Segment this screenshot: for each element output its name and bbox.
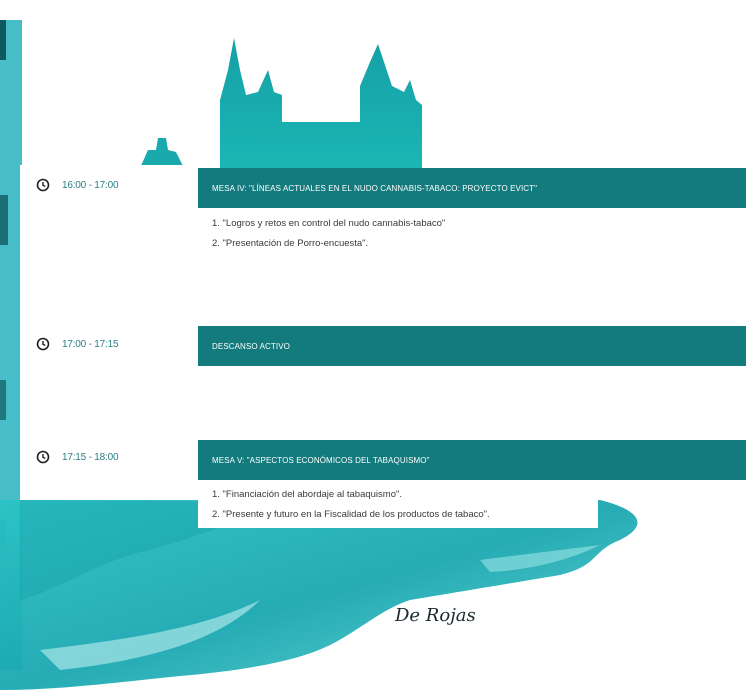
time-label: 16:00 - 17:00	[62, 179, 119, 191]
session-title: MESA IV: "LÍNEAS ACTUALES EN EL NUDO CAN…	[212, 183, 538, 193]
session-topic-list: 1. "Financiación del abordaje al tabaqui…	[212, 485, 490, 525]
time-slot-1: 16:00 - 17:00	[36, 176, 119, 194]
session-title-bar: MESA V: "ASPECTOS ECONÓMICOS DEL TABAQUI…	[198, 440, 746, 480]
clock-icon	[36, 450, 50, 464]
clock-icon	[36, 337, 50, 351]
clock-icon	[36, 178, 50, 192]
time-slot-2: 17:00 - 17:15	[36, 335, 119, 353]
session-spacer	[198, 366, 746, 440]
signature: De Rojas	[395, 605, 476, 626]
castle-illustration	[220, 38, 422, 168]
session-topic-list: 1. "Logros y retos en control del nudo c…	[212, 214, 445, 254]
session-title: MESA V: "ASPECTOS ECONÓMICOS DEL TABAQUI…	[212, 455, 430, 465]
session-title: DESCANSO ACTIVO	[212, 341, 290, 351]
session-title-bar: DESCANSO ACTIVO	[198, 326, 746, 366]
time-label: 17:00 - 17:15	[62, 338, 119, 350]
topic-item: 2. "Presentación de Porro-encuesta".	[212, 238, 369, 249]
topic-item: 2. "Presente y futuro en la Fiscalidad d…	[212, 509, 490, 520]
topic-item: 1. "Financiación del abordaje al tabaqui…	[212, 489, 402, 500]
topic-item: 1. "Logros y retos en control del nudo c…	[212, 218, 446, 229]
time-label: 17:15 - 18:00	[62, 451, 119, 463]
time-slot-3: 17:15 - 18:00	[36, 448, 119, 466]
session-title-bar: MESA IV: "LÍNEAS ACTUALES EN EL NUDO CAN…	[198, 168, 746, 208]
